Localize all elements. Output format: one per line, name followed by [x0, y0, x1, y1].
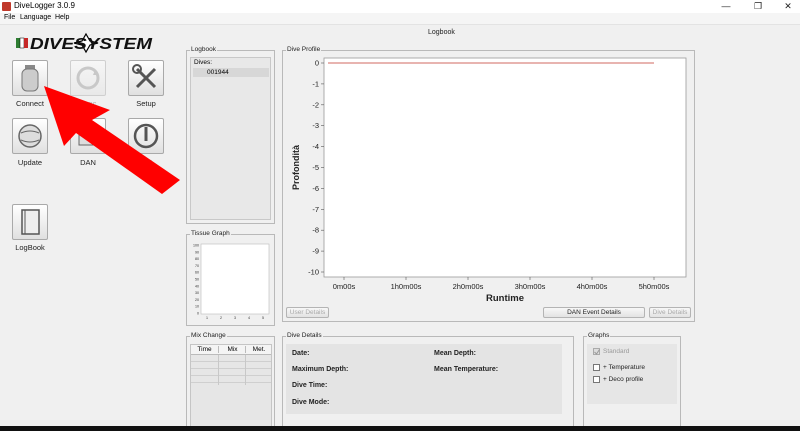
tissue-y-tick-label: 90	[195, 250, 199, 254]
x-tick-label: 0m00s	[333, 282, 356, 291]
deco-profile-checkbox[interactable]	[593, 376, 600, 383]
graphs-panel: Graphs Standard + Temperature + Deco pro…	[583, 332, 681, 431]
tissue-chart: 10090807060504030201001 2 3 4 5	[193, 243, 270, 320]
menu-help[interactable]: Help	[55, 14, 69, 21]
graphs-panel-title: Graphs	[587, 332, 611, 339]
menu-language[interactable]: Language	[20, 14, 51, 21]
app-icon	[2, 2, 11, 11]
column-header-met: Met.	[245, 346, 272, 353]
tissue-x-tick-label: 1	[206, 316, 208, 320]
logo-text: DIVESYSTEM	[30, 36, 153, 53]
mix-table[interactable]: Time Mix Met.	[190, 344, 272, 430]
list-item[interactable]: 001944	[193, 68, 269, 77]
tissue-x-tick-label: 3	[234, 316, 236, 320]
dives-header: Dives:	[194, 59, 213, 66]
graphs-options: Standard + Temperature + Deco profile	[587, 344, 677, 404]
tissue-y-tick-label: 10	[195, 305, 199, 309]
tissue-y-tick-label: 30	[195, 291, 199, 295]
temperature-checkbox[interactable]	[593, 364, 600, 371]
standard-label: Standard	[603, 348, 630, 355]
tissue-x-tick-label: 5	[262, 316, 264, 320]
dive-profile-panel: Dive Profile 0 -1 -2 -3 -4 -5 -6 -7 -8 -9 -10 0m00s…	[282, 46, 695, 322]
tissue-y-tick-label: 80	[195, 257, 199, 261]
restore-button[interactable]: ❐	[748, 0, 768, 13]
tissue-y-tick-label: 50	[195, 278, 199, 282]
date-label: Date:	[292, 350, 310, 357]
tissue-y-tick-label: 40	[195, 284, 199, 288]
column-header-mix: Mix	[218, 346, 246, 353]
book-icon	[21, 209, 40, 235]
x-tick-label: 1h0m00s	[391, 282, 422, 291]
y-tick-label: -9	[312, 247, 319, 256]
y-tick-label: -8	[312, 226, 319, 235]
dive-mode-label: Dive Mode:	[292, 399, 330, 406]
tissue-y-tick-label: 20	[195, 298, 199, 302]
y-tick-label: -2	[312, 100, 319, 109]
logo-graphic: DIVESYSTEM	[16, 32, 153, 54]
y-tick-label: -6	[312, 184, 319, 193]
dive-profile-title: Dive Profile	[286, 46, 322, 53]
red-arrow-annotation	[44, 86, 180, 194]
y-tick-label: 0	[315, 59, 319, 68]
tissue-x-tick-label: 2	[220, 316, 222, 320]
logbook-panel-title: Logbook	[190, 46, 217, 53]
mean-temp-label: Mean Temperature:	[434, 366, 499, 373]
column-header-time: Time	[197, 346, 212, 353]
dive-profile-chart: 0 -1 -2 -3 -4 -5 -6 -7 -8 -9 -10 0m00s 1h0m00s 2h0m00…	[291, 57, 687, 304]
tissue-y-tick-label: 0	[197, 312, 199, 316]
tissue-y-tick-label: 70	[195, 264, 199, 268]
tissue-y-tick-label: 60	[195, 271, 199, 275]
dive-details-title: Dive Details	[286, 332, 323, 339]
mix-change-panel: Mix Change Time Mix Met.	[186, 332, 275, 431]
deco-profile-label: + Deco profile	[603, 376, 644, 383]
y-tick-label: -7	[312, 205, 319, 214]
mix-panel-title: Mix Change	[190, 332, 227, 339]
dan-event-details-button[interactable]: DAN Event Details	[543, 307, 645, 318]
dive-details-panel: Dive Details Date: Maximum Depth: Dive T…	[282, 332, 574, 431]
title-bar: DiveLogger 3.0.9 — ❐ ✕	[0, 0, 800, 13]
check-icon	[594, 349, 600, 355]
user-details-button[interactable]: User Details	[286, 307, 329, 318]
tissue-graph-panel: Tissue Graph 100 90 80 70 60 50 40 30 20 10 0 1 2 3 4 5	[186, 230, 275, 326]
dive-id: 001944	[207, 69, 229, 76]
x-tick-label: 3h0m00s	[515, 282, 546, 291]
y-tick-label: -3	[312, 121, 319, 130]
max-depth-label: Maximum Depth:	[292, 366, 349, 373]
x-tick-label: 4h0m00s	[577, 282, 608, 291]
dives-list[interactable]: Dives: 001944	[190, 57, 271, 220]
y-tick-label: -4	[312, 142, 319, 151]
taskbar	[0, 426, 800, 431]
profile-plot-area	[323, 57, 687, 278]
logbook-label: LogBook	[15, 243, 45, 252]
menu-bar: File Language Help	[0, 13, 800, 25]
temperature-label: + Temperature	[603, 364, 645, 371]
mean-depth-label: Mean Depth:	[434, 350, 476, 357]
tissue-panel-title: Tissue Graph	[190, 230, 231, 237]
x-tick-label: 5h0m00s	[639, 282, 670, 291]
section-title: Logbook	[428, 29, 455, 36]
menu-file[interactable]: File	[4, 14, 15, 21]
y-axis-label: Profondità	[291, 144, 301, 190]
logbook-button[interactable]	[12, 204, 48, 240]
y-tick-label: -1	[312, 79, 319, 88]
dive-details-content: Date: Maximum Depth: Dive Time: Dive Mod…	[286, 344, 562, 414]
tissue-x-tick-label: 4	[248, 316, 250, 320]
x-axis-label: Runtime	[486, 293, 524, 304]
logbook-panel: Logbook Dives: 001944	[186, 46, 275, 224]
mix-table-rows	[191, 355, 271, 385]
window-title: DiveLogger 3.0.9	[14, 1, 75, 10]
standard-checkbox[interactable]	[593, 348, 600, 355]
brand-logo: DIVESYSTEM	[16, 32, 156, 54]
close-button[interactable]: ✕	[778, 0, 798, 13]
x-tick-label: 2h0m00s	[453, 282, 484, 291]
dive-time-label: Dive Time:	[292, 382, 328, 389]
dive-details-button[interactable]: Dive Details	[649, 307, 691, 318]
tissue-plot-area	[200, 243, 270, 315]
tissue-y-tick-label: 100	[193, 244, 199, 248]
y-tick-label: -10	[308, 268, 319, 277]
minimize-button[interactable]: —	[716, 0, 736, 13]
y-tick-label: -5	[312, 163, 319, 172]
mix-table-header: Time Mix Met.	[191, 345, 271, 355]
